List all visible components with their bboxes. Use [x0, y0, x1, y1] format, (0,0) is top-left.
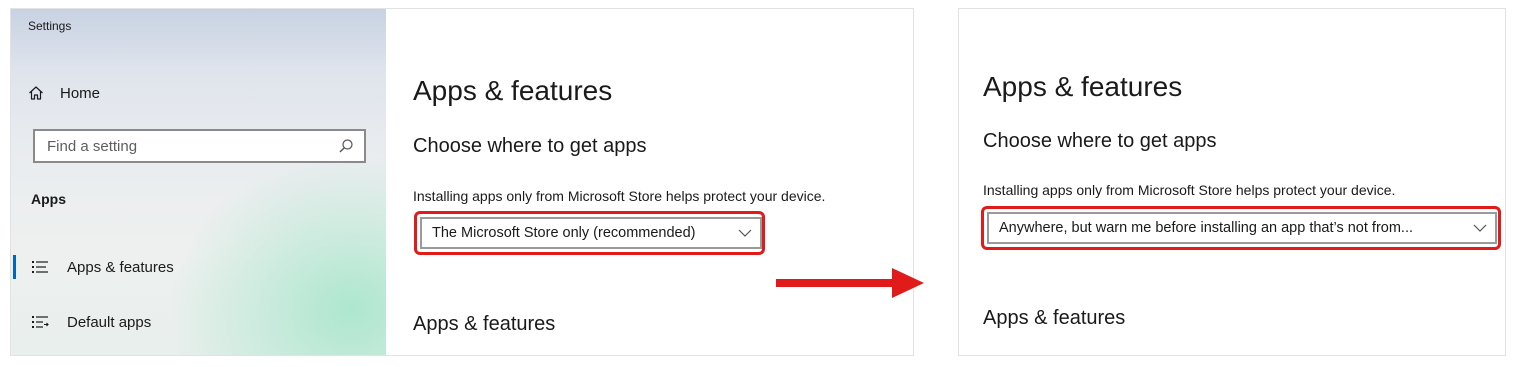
- settings-window-after: Apps & features Choose where to get apps…: [958, 8, 1506, 356]
- home-icon: [29, 86, 43, 100]
- default-apps-icon: [31, 314, 49, 330]
- app-source-dropdown[interactable]: The Microsoft Store only (recommended): [420, 217, 762, 249]
- chevron-down-icon: [1473, 224, 1487, 232]
- sidebar-item-default-apps[interactable]: Default apps: [11, 309, 151, 335]
- sidebar-item-home[interactable]: Home: [28, 81, 100, 105]
- chevron-down-icon: [738, 229, 752, 237]
- search-icon: [339, 139, 353, 153]
- sidebar-section-title: Apps: [31, 191, 66, 207]
- sidebar-item-label: Home: [60, 84, 101, 102]
- page-title: Apps & features: [413, 75, 613, 106]
- sidebar-item-apps-features[interactable]: Apps & features: [11, 254, 174, 280]
- section-heading: Choose where to get apps: [983, 130, 1217, 152]
- section-description: Installing apps only from Microsoft Stor…: [413, 188, 826, 204]
- subsection-heading: Apps & features: [983, 307, 1126, 329]
- window-title: Settings: [28, 19, 72, 33]
- settings-sidebar: Settings Home Apps: [11, 9, 386, 355]
- dropdown-selected-value: Anywhere, but warn me before installing …: [999, 220, 1414, 236]
- settings-window-before: Settings Home Apps: [10, 8, 914, 356]
- sidebar-item-label: Default apps: [67, 313, 152, 331]
- apps-list-icon: [31, 259, 49, 275]
- search-box[interactable]: [33, 129, 366, 163]
- page-title: Apps & features: [983, 71, 1183, 102]
- section-description: Installing apps only from Microsoft Stor…: [983, 182, 1396, 198]
- subsection-heading: Apps & features: [413, 313, 556, 335]
- search-input[interactable]: [47, 137, 307, 155]
- sidebar-item-label: Apps & features: [67, 258, 174, 276]
- app-source-dropdown[interactable]: Anywhere, but warn me before installing …: [987, 212, 1497, 244]
- red-arrow-icon: [776, 268, 924, 298]
- dropdown-selected-value: The Microsoft Store only (recommended): [432, 225, 696, 241]
- section-heading: Choose where to get apps: [413, 135, 647, 157]
